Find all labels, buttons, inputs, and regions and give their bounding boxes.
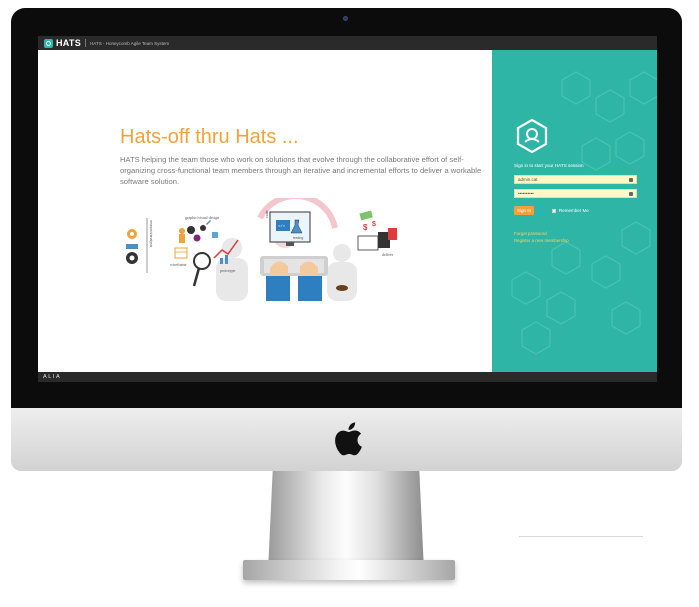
hero-description: HATS helping the team those who work on …	[120, 155, 482, 186]
register-link[interactable]: Register a new membership	[514, 238, 569, 243]
lock-icon	[629, 191, 633, 196]
monitor-stand-neck	[268, 471, 424, 571]
desk-reflection	[519, 536, 643, 537]
hero-title: Hats-off thru Hats ...	[120, 126, 299, 148]
label-prototype: prototype	[220, 268, 236, 273]
label-wireframe: wireframe	[170, 262, 187, 267]
hexagon-logo-icon	[516, 118, 548, 154]
user-icon	[629, 177, 633, 182]
app-subtitle: HATS - Honeycomb Agile Team System	[90, 40, 170, 46]
signin-button[interactable]: Sign In	[514, 206, 534, 215]
label-graphic: graphic/visual design	[185, 215, 219, 220]
checkbox-icon[interactable]	[552, 208, 556, 213]
label-code: code	[265, 210, 269, 218]
label-deliver: deliver	[382, 252, 394, 257]
label-testing: testing	[293, 236, 303, 240]
camera-icon	[343, 16, 348, 21]
code-monitor-icon: </> code testing	[265, 210, 311, 246]
hexagon-logo-icon	[44, 38, 53, 48]
remember-me-checkbox[interactable]: Remember Me	[552, 208, 589, 213]
login-panel: Sign in to start your HATS session admin…	[492, 50, 657, 372]
screen: HATS HATS - Honeycomb Agile Team System …	[38, 36, 657, 382]
header-divider	[85, 39, 87, 47]
coffee-cup-icon	[336, 285, 348, 291]
app-logo-text: HATS	[56, 38, 82, 48]
signin-heading: Sign in to start your HATS session	[514, 163, 584, 168]
password-value: ••••••••••	[518, 191, 534, 196]
username-value: admin.cat	[518, 177, 538, 182]
password-field[interactable]: ••••••••••	[514, 189, 637, 198]
app-footer: ALIA	[38, 372, 657, 382]
remember-me-label: Remember Me	[559, 208, 589, 213]
svg-text:$: $	[363, 223, 368, 232]
workflow-illustration: research/analysis wireframe graphic/visu…	[120, 198, 413, 301]
app-header: HATS HATS - Honeycomb Agile Team System	[38, 36, 657, 50]
app-logo[interactable]: HATS	[44, 38, 81, 48]
svg-text:$: $	[372, 221, 376, 228]
username-field[interactable]: admin.cat	[514, 175, 637, 184]
forgot-password-link[interactable]: Forgot password	[514, 231, 547, 236]
label-research: research/analysis	[149, 220, 153, 247]
monitor-stand-base	[243, 560, 455, 580]
footer-logo: ALIA	[43, 374, 62, 380]
svg-text:</>: </>	[278, 224, 286, 229]
desktop-stage: HATS HATS - Honeycomb Agile Team System …	[0, 0, 699, 607]
apple-logo-icon	[335, 422, 362, 456]
